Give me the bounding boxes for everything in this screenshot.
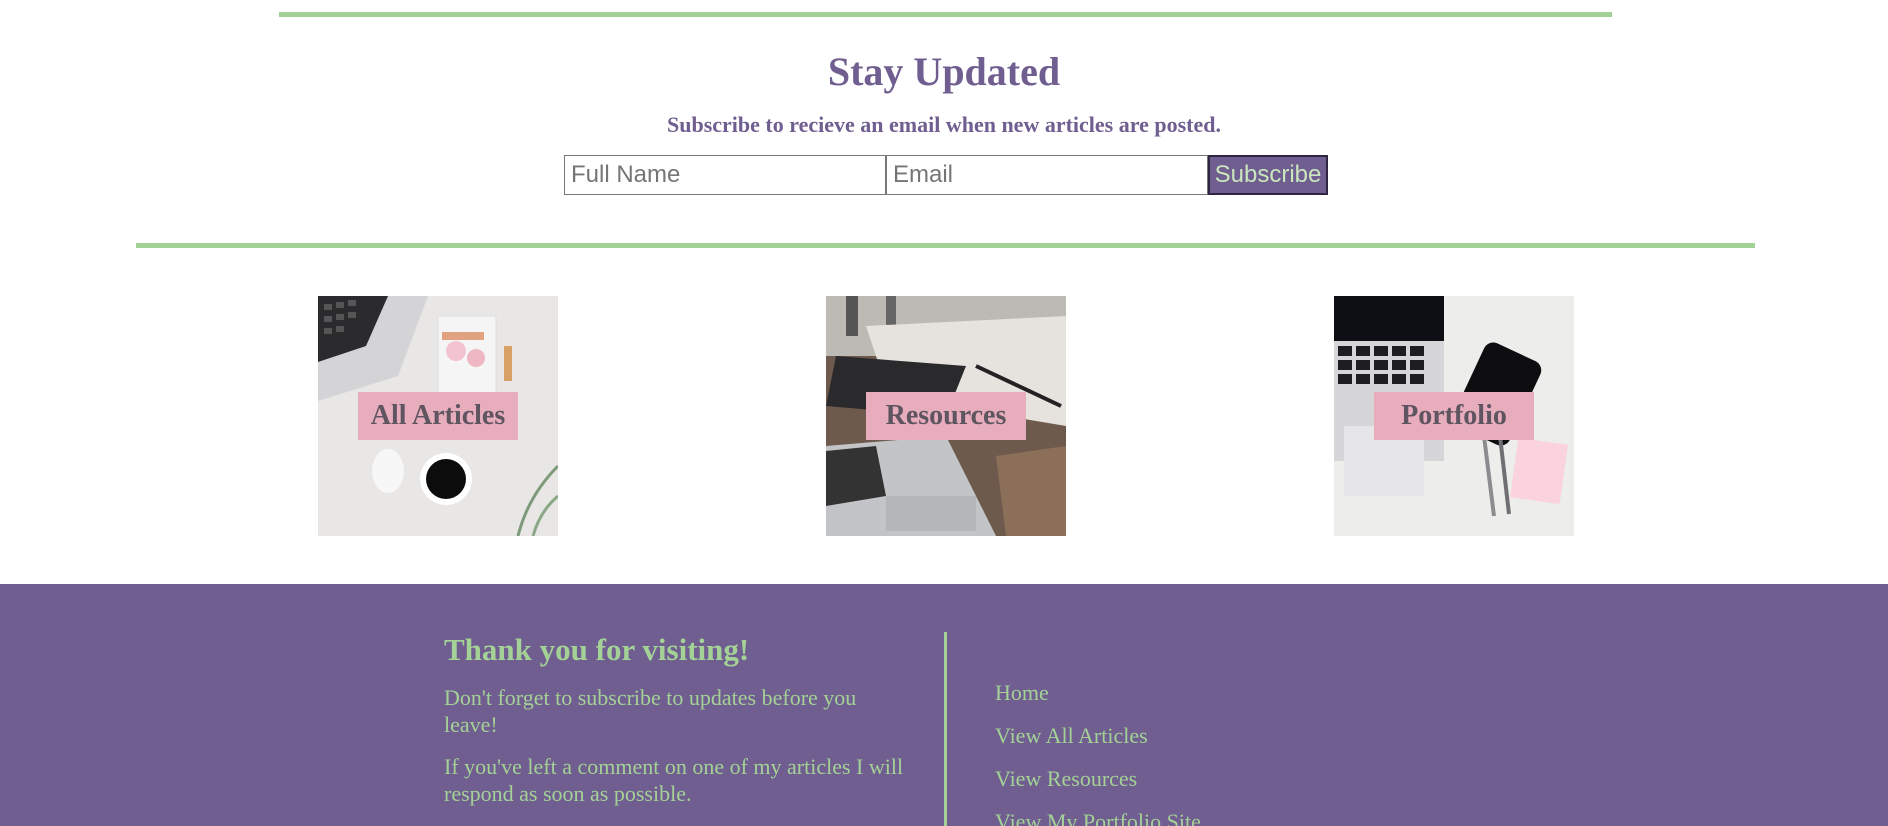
- subscribe-form: Subscribe: [564, 155, 1328, 195]
- footer-link-all-articles[interactable]: View All Articles: [995, 722, 1201, 749]
- footer-link-home[interactable]: Home: [995, 679, 1201, 706]
- footer-paragraph-subscribe: Don't forget to subscribe to updates bef…: [444, 685, 857, 737]
- card-label: Resources: [866, 392, 1026, 440]
- resources-card[interactable]: Resources: [826, 296, 1066, 536]
- footer-link-portfolio[interactable]: View My Portfolio Site: [995, 808, 1201, 826]
- footer-divider: [944, 632, 947, 826]
- footer-title: Thank you for visiting!: [444, 632, 750, 667]
- footer-link-resources[interactable]: View Resources: [995, 765, 1201, 792]
- top-divider: [279, 12, 1612, 17]
- subscribe-button[interactable]: Subscribe: [1208, 155, 1328, 195]
- card-label: Portfolio: [1374, 392, 1534, 440]
- subscribe-subtitle: Subscribe to recieve an email when new a…: [667, 112, 1221, 137]
- card-label: All Articles: [358, 392, 518, 440]
- portfolio-card[interactable]: Portfolio: [1334, 296, 1574, 536]
- middle-divider: [136, 243, 1755, 248]
- footer-paragraph-comments: If you've left a comment on one of my ar…: [444, 754, 904, 806]
- full-name-input[interactable]: [564, 155, 886, 195]
- footer-message: Thank you for visiting! Don't forget to …: [444, 630, 904, 807]
- email-input[interactable]: [886, 155, 1208, 195]
- footer-nav: Home View All Articles View Resources Vi…: [995, 679, 1201, 826]
- all-articles-card[interactable]: All Articles: [318, 296, 558, 536]
- site-footer: Thank you for visiting! Don't forget to …: [0, 584, 1888, 826]
- subscribe-title: Stay Updated: [827, 49, 1061, 94]
